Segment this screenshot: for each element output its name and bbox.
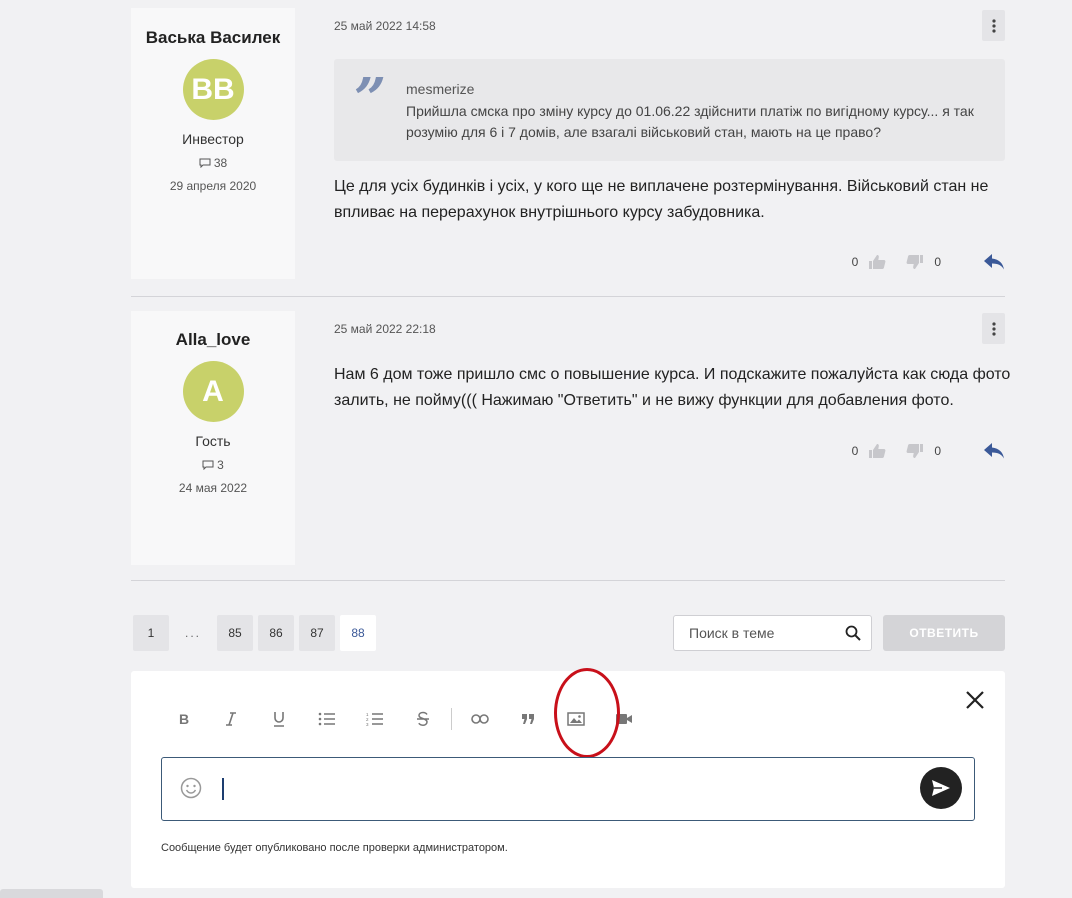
reply-icon[interactable] [983,253,1005,271]
author-role: Гость [195,433,231,449]
quote-mark-icon: ” [354,66,387,132]
join-date: 29 апреля 2020 [169,179,257,193]
pagination-ellipsis: ... [184,626,201,640]
vote-bar: 0 0 [852,253,1005,271]
link-icon[interactable] [468,707,492,731]
reply-button[interactable]: ОТВЕТИТЬ [883,615,1005,651]
post-menu-button[interactable] [982,313,1005,344]
message-count-value: 3 [217,458,224,472]
thumbs-up-icon[interactable] [868,443,886,459]
text-caret [222,778,224,800]
post-date: 25 май 2022 14:58 [334,19,436,33]
more-vertical-icon [991,321,996,336]
close-icon[interactable] [963,688,987,712]
quote-icon[interactable] [516,707,540,731]
svg-text:B: B [179,712,189,726]
join-date: 24 мая 2022 [178,481,248,495]
search-icon[interactable] [845,625,861,641]
quote-text: Прийшла смска про зміну курсу до 01.06.2… [406,103,974,140]
post-date: 25 май 2022 22:18 [334,322,436,336]
author-role: Инвестор [182,131,244,147]
like-count: 0 [851,255,859,269]
page-link[interactable]: 85 [217,615,253,651]
page-link[interactable]: 87 [299,615,335,651]
author-card: Васька Василек ВВ Инвестор 38 29 апреля … [131,8,295,279]
bottom-tab[interactable] [0,889,103,898]
reply-icon[interactable] [983,442,1005,460]
post-text: Це для усіх будинків і усіх, у кого ще н… [334,178,989,221]
pagination: 1 ... 85 86 87 88 [133,615,376,651]
quote-author: mesmerize [406,81,475,97]
post-menu-button[interactable] [982,10,1005,41]
moderation-notice: Сообщение будет опубликовано после прове… [161,842,508,854]
more-vertical-icon [991,18,996,33]
author-name[interactable]: Васька Василек [131,8,295,47]
thumbs-up-icon[interactable] [868,254,886,270]
underline-icon[interactable] [267,707,291,731]
page-link-first[interactable]: 1 [133,615,169,651]
topic-search [673,615,872,651]
avatar[interactable]: A [182,361,244,422]
like-count: 0 [851,444,859,458]
post-divider [131,296,1005,297]
dislike-count: 0 [934,444,941,458]
reply-editor: B 123 Сообщение будет опубликовано после… [131,668,1005,888]
page-link[interactable]: 86 [258,615,294,651]
vote-bar: 0 0 [852,442,1005,460]
avatar[interactable]: ВВ [182,59,244,120]
message-input[interactable] [161,757,975,821]
page-link-current[interactable]: 88 [340,615,376,651]
forum-page: Васька Василек ВВ Инвестор 38 29 апреля … [0,0,1072,898]
video-icon[interactable] [612,707,636,731]
author-name[interactable]: Alla_love [131,311,295,349]
emoji-icon[interactable] [180,777,202,799]
thumbs-down-icon[interactable] [906,443,924,459]
dislike-count: 0 [934,255,941,269]
message-count: 3 [131,458,295,472]
numbered-list-icon[interactable]: 123 [363,707,387,731]
message-count-value: 38 [213,156,228,170]
toolbar-divider [451,708,452,730]
post-text: Нам 6 дом тоже пришло смс о повышение ку… [334,366,1011,409]
post-divider [131,580,1005,581]
message-count: 38 [131,156,295,170]
quoted-message: ” mesmerize Прийшла смска про зміну курс… [334,59,1005,161]
editor-toolbar: B 123 [171,707,660,731]
comment-icon [199,158,211,168]
italic-icon[interactable] [219,707,243,731]
comment-icon [202,460,214,470]
svg-text:3: 3 [366,722,369,726]
image-icon[interactable] [564,707,588,731]
bold-icon[interactable]: B [171,707,195,731]
forum-post: Alla_love A Гость 3 24 мая 2022 25 май 2… [131,311,1010,581]
send-icon [932,780,950,796]
author-card: Alla_love A Гость 3 24 мая 2022 [131,311,295,565]
thumbs-down-icon[interactable] [906,254,924,270]
bullet-list-icon[interactable] [315,707,339,731]
strikethrough-icon[interactable] [411,707,435,731]
send-button[interactable] [920,767,962,809]
search-input[interactable] [689,625,849,641]
forum-post: Васька Василек ВВ Инвестор 38 29 апреля … [131,8,1005,297]
